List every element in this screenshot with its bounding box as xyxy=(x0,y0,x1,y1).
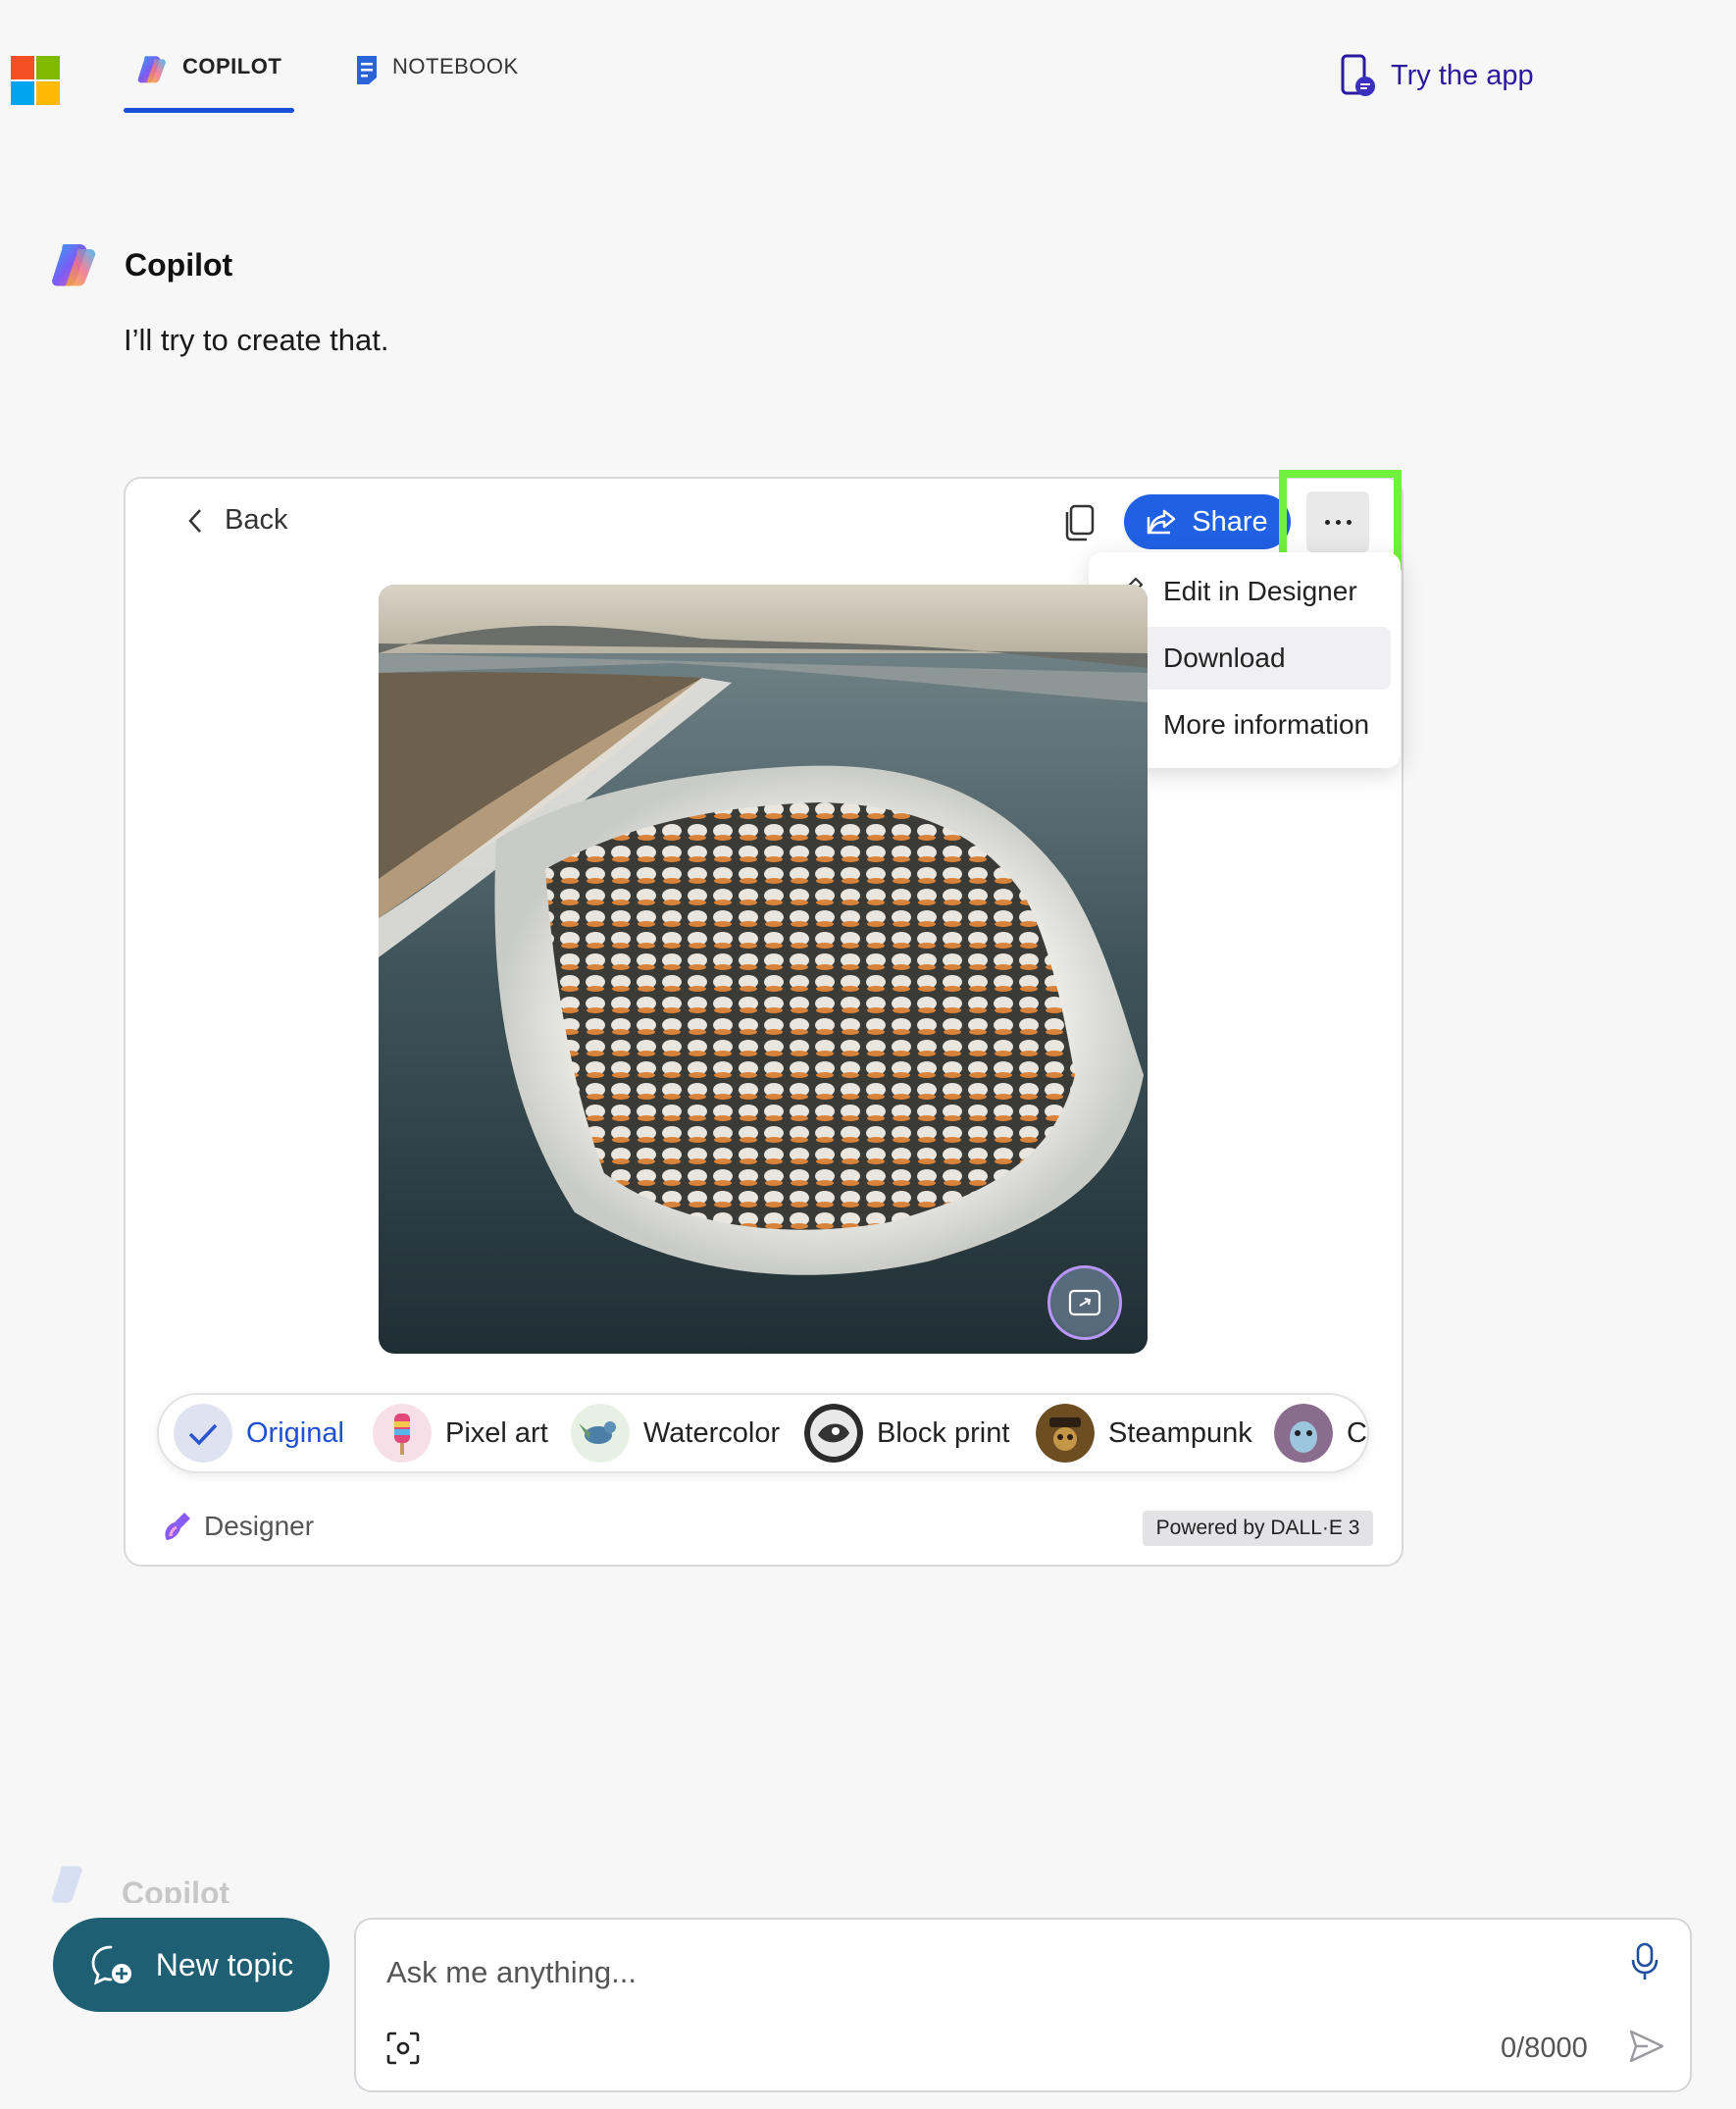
popsicle-icon xyxy=(373,1404,432,1463)
phone-chat-icon xyxy=(1341,54,1375,96)
share-button[interactable]: Share xyxy=(1124,494,1291,549)
expand-icon xyxy=(1068,1289,1101,1316)
style-chip-steampunk[interactable]: Steampunk xyxy=(1036,1404,1252,1463)
generated-image[interactable] xyxy=(379,585,1148,1354)
visual-search-icon[interactable] xyxy=(385,2031,421,2066)
next-message-peek: Copilot xyxy=(51,1864,230,1903)
style-label: Original xyxy=(246,1416,344,1449)
designer-brand: Designer xyxy=(161,1511,314,1542)
expand-image-button[interactable] xyxy=(1047,1265,1122,1340)
copilot-icon xyxy=(137,56,166,83)
style-label: Cla xyxy=(1347,1416,1367,1449)
active-tab-indicator xyxy=(124,108,294,113)
copilot-avatar-icon xyxy=(52,244,96,286)
bird-icon xyxy=(571,1404,630,1463)
style-label: Block print xyxy=(877,1416,1010,1449)
chat-input[interactable] xyxy=(386,1943,1563,2002)
style-label: Watercolor xyxy=(643,1416,781,1449)
style-chip-pixel-art[interactable]: Pixel art xyxy=(373,1404,548,1463)
sender-name: Copilot xyxy=(125,247,233,283)
new-topic-button[interactable]: New topic xyxy=(53,1918,330,2012)
new-chat-icon xyxy=(91,1945,131,1985)
copy-icon[interactable] xyxy=(1063,504,1097,541)
new-topic-label: New topic xyxy=(155,1946,294,1982)
steampunk-icon xyxy=(1036,1404,1095,1463)
send-icon[interactable] xyxy=(1628,2029,1665,2064)
tab-copilot[interactable]: COPILOT xyxy=(137,54,281,113)
designer-logo-icon xyxy=(165,1513,190,1540)
back-label: Back xyxy=(225,504,288,536)
style-chip-claymation[interactable]: Cla xyxy=(1274,1404,1367,1463)
share-label: Share xyxy=(1192,505,1268,538)
try-the-app-link[interactable]: Try the app xyxy=(1340,53,1534,98)
chat-composer xyxy=(354,1918,1692,2092)
style-label: Steampunk xyxy=(1108,1416,1252,1449)
back-button[interactable]: Back xyxy=(187,504,287,537)
menu-item-label: Download xyxy=(1163,643,1286,673)
clay-figure-icon xyxy=(1274,1404,1333,1463)
assistant-message: I’ll try to create that. xyxy=(124,323,389,357)
style-chip-block-print[interactable]: Block print xyxy=(804,1404,1009,1463)
try-the-app-label: Try the app xyxy=(1391,59,1534,91)
style-chip-original[interactable]: Original xyxy=(174,1404,344,1463)
tab-notebook[interactable]: NOTEBOOK xyxy=(355,54,519,113)
powered-by-badge: Powered by DALL·E 3 xyxy=(1143,1511,1373,1546)
style-selector: Original Pixel art Watercolor Block prin… xyxy=(157,1393,1369,1473)
chevron-left-icon xyxy=(188,508,201,533)
microsoft-logo-icon xyxy=(11,56,60,105)
style-chip-watercolor[interactable]: Watercolor xyxy=(571,1404,780,1463)
menu-item-label: More information xyxy=(1163,709,1370,740)
share-icon xyxy=(1148,509,1176,535)
notebook-icon xyxy=(357,56,377,84)
designer-label: Designer xyxy=(204,1511,315,1541)
menu-item-label: Edit in Designer xyxy=(1163,576,1357,606)
microphone-icon[interactable] xyxy=(1630,1942,1659,1981)
tab-notebook-label: NOTEBOOK xyxy=(392,54,519,78)
copilot-avatar-icon xyxy=(51,1866,82,1903)
check-icon xyxy=(174,1404,232,1463)
sender-name: Copilot xyxy=(122,1875,230,1904)
block-print-icon xyxy=(804,1404,863,1463)
tab-copilot-label: COPILOT xyxy=(182,54,282,78)
character-counter: 0/8000 xyxy=(1501,2032,1588,2064)
style-label: Pixel art xyxy=(445,1416,548,1449)
